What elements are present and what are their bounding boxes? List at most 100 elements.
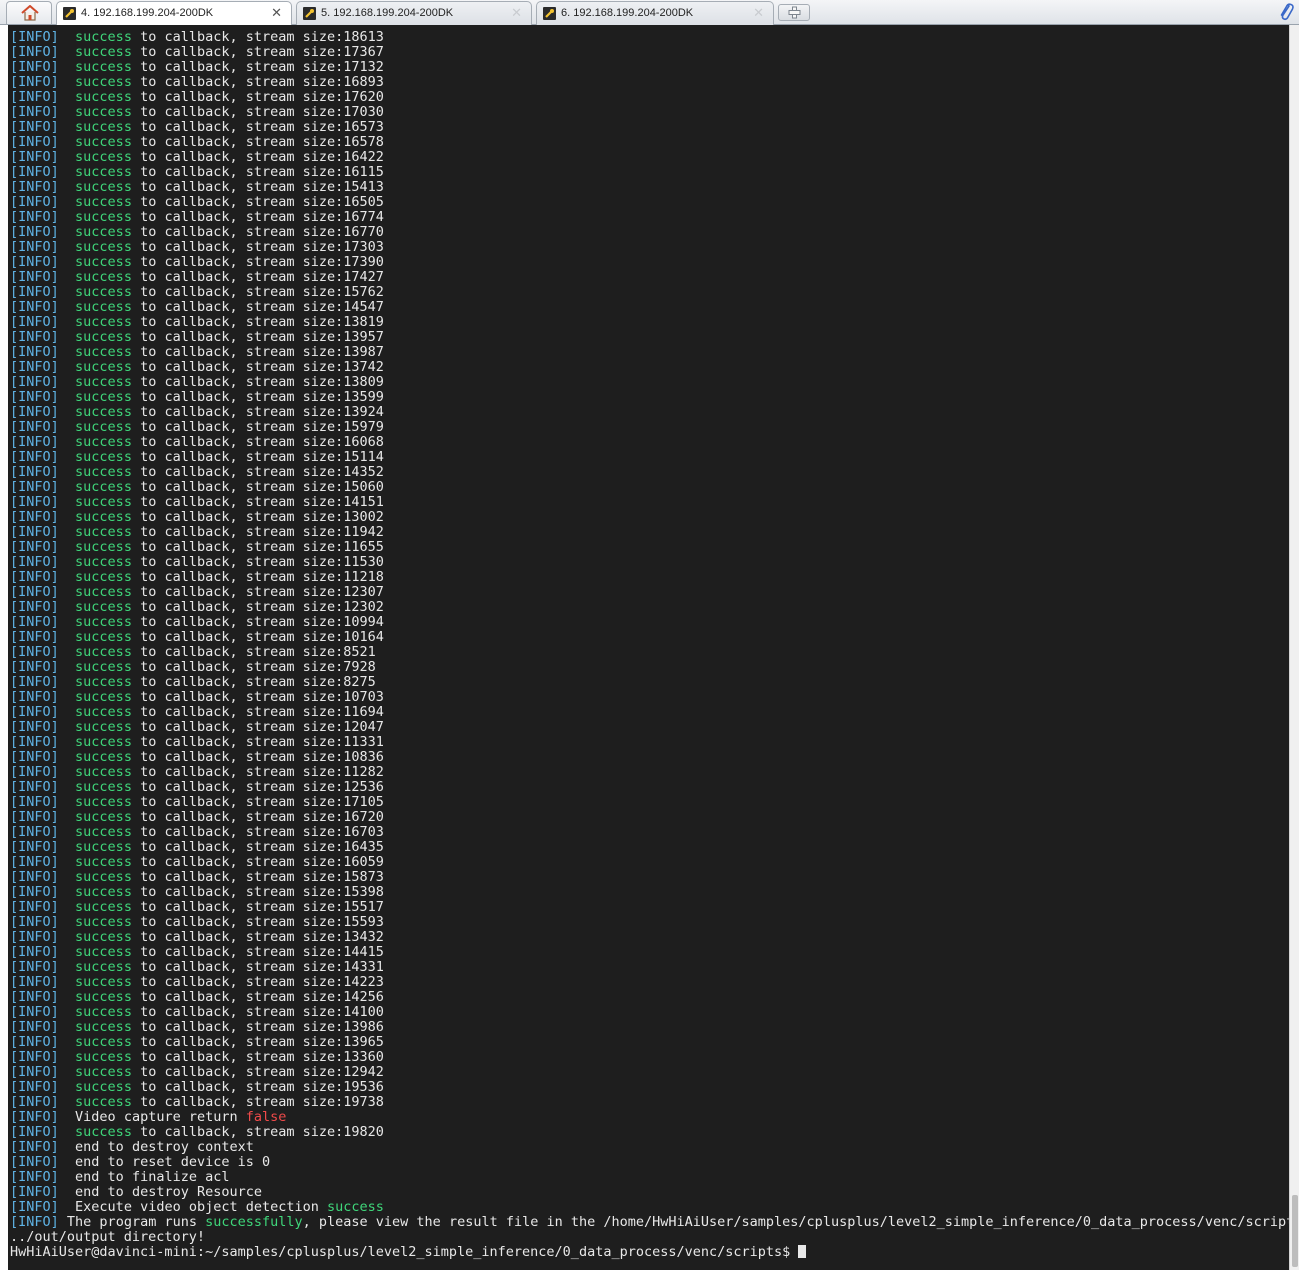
terminal-pane[interactable]: [INFO] success to callback, stream size:… [0, 25, 1299, 1273]
log-text: to callback, stream size: [131, 854, 344, 870]
log-line: [INFO] success to callback, stream size:… [10, 1050, 1299, 1065]
vertical-scrollbar[interactable] [1289, 25, 1299, 1273]
stream-size: 16720 [343, 809, 384, 825]
wrench-icon [303, 7, 316, 20]
home-button[interactable] [6, 1, 52, 24]
log-line: [INFO] success to callback, stream size:… [10, 30, 1299, 45]
log-text: , please view the result file in the /ho… [302, 1214, 1299, 1230]
stream-size: 12307 [343, 584, 384, 600]
log-tag: [INFO] [10, 869, 59, 885]
log-tag: [INFO] [10, 404, 59, 420]
status-success: success [75, 269, 132, 285]
stream-size: 14415 [343, 944, 384, 960]
log-text: to callback, stream size: [131, 1049, 344, 1065]
tab-session-6[interactable]: 6. 192.168.199.204-200DK ✕ [536, 1, 774, 25]
status-success: success [75, 209, 132, 225]
log-text: to callback, stream size: [131, 599, 344, 615]
log-text: to callback, stream size: [131, 449, 344, 465]
log-tag: [INFO] [10, 539, 59, 555]
log-line: [INFO] success to callback, stream size:… [10, 645, 1299, 660]
tab-session-4[interactable]: 4. 192.168.199.204-200DK ✕ [56, 1, 292, 26]
log-tag: [INFO] [10, 44, 59, 60]
paperclip-icon [1280, 3, 1294, 21]
log-tag: [INFO] [10, 569, 59, 585]
stream-size: 13987 [343, 344, 384, 360]
log-line: [INFO] success to callback, stream size:… [10, 765, 1299, 780]
status-success: success [75, 1019, 132, 1035]
status-success: success [75, 704, 132, 720]
stream-size: 13924 [343, 404, 384, 420]
log-tag: [INFO] [10, 809, 59, 825]
log-line: [INFO] end to destroy context [10, 1140, 1299, 1155]
stream-size: 15873 [343, 869, 384, 885]
log-line: [INFO] end to finalize acl [10, 1170, 1299, 1185]
stream-size: 13742 [343, 359, 384, 375]
scrollbar-thumb[interactable] [1292, 1195, 1298, 1267]
status-success: success [75, 824, 132, 840]
log-tag: [INFO] [10, 1094, 59, 1110]
status-success: success [75, 44, 132, 60]
tab-session-5[interactable]: 5. 192.168.199.204-200DK ✕ [296, 1, 532, 25]
log-line: [INFO] success to callback, stream size:… [10, 375, 1299, 390]
close-icon[interactable]: ✕ [271, 5, 282, 21]
log-line: [INFO] success to callback, stream size:… [10, 510, 1299, 525]
log-tag: [INFO] [10, 794, 59, 810]
stream-size: 13432 [343, 929, 384, 945]
status-success: success [75, 959, 132, 975]
log-text: to callback, stream size: [131, 119, 344, 135]
log-tag: [INFO] [10, 899, 59, 915]
stream-size: 13965 [343, 1034, 384, 1050]
log-text: to callback, stream size: [131, 944, 344, 960]
log-line: [INFO] success to callback, stream size:… [10, 495, 1299, 510]
stream-size: 15398 [343, 884, 384, 900]
status-success: success [75, 944, 132, 960]
log-tag: [INFO] [10, 449, 59, 465]
log-text: to callback, stream size: [131, 254, 344, 270]
attach-button[interactable] [1277, 2, 1295, 22]
log-tag: [INFO] [10, 149, 59, 165]
status-success: success [75, 599, 132, 615]
log-tag: [INFO] [10, 1019, 59, 1035]
log-tag: [INFO] [10, 29, 59, 45]
status-success: success [75, 899, 132, 915]
log-tag: [INFO] [10, 344, 59, 360]
log-text: to callback, stream size: [131, 539, 344, 555]
stream-size: 15060 [343, 479, 384, 495]
log-text: to callback, stream size: [131, 299, 344, 315]
log-tag: [INFO] [10, 104, 59, 120]
log-line: [INFO] success to callback, stream size:… [10, 750, 1299, 765]
log-line: [INFO] Video capture return false [10, 1110, 1299, 1125]
log-tag: [INFO] [10, 884, 59, 900]
log-text: to callback, stream size: [131, 209, 344, 225]
log-line: [INFO] success to callback, stream size:… [10, 225, 1299, 240]
stream-size: 17427 [343, 269, 384, 285]
log-tag: [INFO] [10, 974, 59, 990]
stream-size: 14352 [343, 464, 384, 480]
stream-size: 16059 [343, 854, 384, 870]
close-icon[interactable]: ✕ [753, 5, 764, 21]
log-text: end to reset device is 0 [75, 1154, 271, 1170]
log-tag: [INFO] [10, 764, 59, 780]
log-text: to callback, stream size: [131, 164, 344, 180]
new-tab-button[interactable] [778, 4, 810, 21]
log-line: [INFO] success to callback, stream size:… [10, 885, 1299, 900]
log-text: to callback, stream size: [131, 569, 344, 585]
log-line: [INFO] success to callback, stream size:… [10, 990, 1299, 1005]
log-text: to callback, stream size: [131, 959, 344, 975]
log-line: [INFO] end to reset device is 0 [10, 1155, 1299, 1170]
status-success: success [75, 449, 132, 465]
stream-size: 17105 [343, 794, 384, 810]
log-text: to callback, stream size: [131, 659, 344, 675]
log-tag: [INFO] [10, 959, 59, 975]
close-icon[interactable]: ✕ [511, 5, 522, 21]
log-text: to callback, stream size: [131, 869, 344, 885]
log-line: [INFO] success to callback, stream size:… [10, 195, 1299, 210]
tab-label: 6. 192.168.199.204-200DK [561, 7, 694, 19]
log-tag: [INFO] [10, 824, 59, 840]
status-success: success [75, 509, 132, 525]
log-tag: [INFO] [10, 704, 59, 720]
log-line: [INFO] success to callback, stream size:… [10, 45, 1299, 60]
log-text: to callback, stream size: [131, 239, 344, 255]
log-line: [INFO] success to callback, stream size:… [10, 135, 1299, 150]
status-success: success [75, 239, 132, 255]
